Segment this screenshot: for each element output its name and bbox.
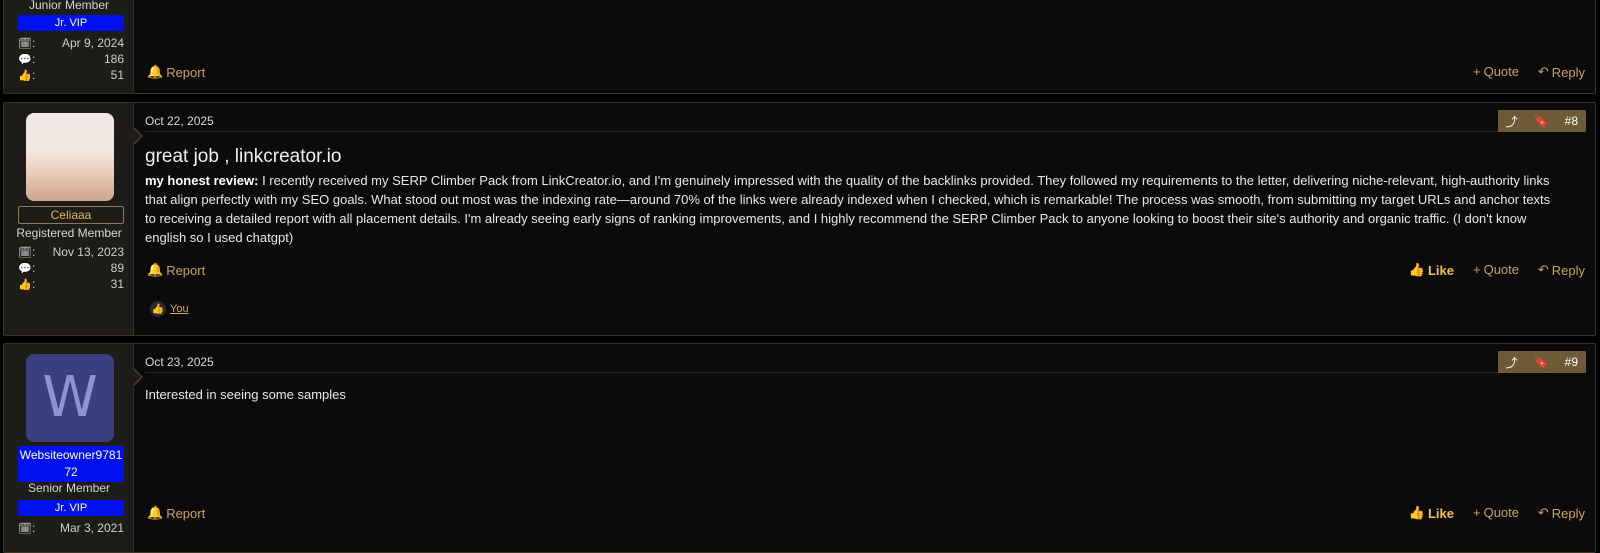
bell-icon: 🔔 — [147, 505, 164, 520]
post-title: great job , linkcreator.io — [145, 146, 342, 167]
user-title: Junior Member — [28, 0, 110, 12]
post-date[interactable]: Oct 23, 2025 — [145, 355, 214, 369]
thumbs-up-icon: 👍 — [18, 69, 32, 82]
joined-stat: 🗓: Mar 3, 2021 — [18, 521, 124, 535]
post-previous: Junior Member Jr. VIP 🗓: Apr 9, 2024 💬: … — [3, 0, 1596, 94]
reaction-user[interactable]: You — [170, 303, 189, 315]
reply-button[interactable]: ↶ Reply — [1538, 505, 1585, 521]
calendar-icon: 🗓 — [18, 522, 32, 535]
post-body: Interested in seeing some samples — [145, 387, 346, 402]
thumbs-up-icon: 👍 — [1408, 262, 1425, 277]
report-link[interactable]: 🔔 Report — [147, 64, 205, 80]
messages-icon: 💬 — [18, 53, 32, 66]
post-actions-bar: ⤴ 🔖 #8 — [1497, 110, 1586, 132]
reply-button[interactable]: ↶ Reply — [1538, 262, 1585, 278]
post-number[interactable]: #8 — [1557, 114, 1586, 128]
username[interactable]: Websiteowner978172 — [18, 446, 124, 482]
like-reaction-icon: 👍 — [150, 301, 166, 317]
username[interactable]: Celiaaa — [18, 206, 124, 224]
share-icon[interactable]: ⤴ — [1498, 113, 1526, 130]
report-link[interactable]: 🔔 Report — [147, 262, 205, 278]
reply-button[interactable]: ↶ Reply — [1538, 64, 1585, 80]
user-info-panel: Junior Member Jr. VIP 🗓: Apr 9, 2024 💬: … — [4, 0, 134, 93]
body-text: I recently received my SERP Climber Pack… — [145, 173, 1551, 245]
post-content: Oct 23, 2025 ⤴ 🔖 #9 Interested in seeing… — [134, 344, 1595, 552]
post-date[interactable]: Oct 22, 2025 — [145, 114, 214, 128]
reply-icon: ↶ — [1537, 64, 1549, 79]
post-9: W Websiteowner978172 Senior Member Jr. V… — [3, 343, 1596, 553]
post-actions-bar: ⤴ 🔖 #9 — [1497, 351, 1586, 373]
bell-icon: 🔔 — [147, 64, 164, 79]
quote-button[interactable]: + Quote — [1473, 262, 1519, 277]
post-content: Oct 22, 2025 ⤴ 🔖 #8 great job , linkcrea… — [134, 103, 1595, 335]
joined-stat: 🗓: Apr 9, 2024 — [18, 36, 124, 50]
plus-icon: + — [1472, 262, 1481, 277]
quote-button[interactable]: + Quote — [1473, 64, 1519, 79]
bell-icon: 🔔 — [147, 262, 164, 277]
thumbs-up-icon: 👍 — [1408, 505, 1425, 520]
plus-icon: + — [1472, 64, 1481, 79]
messages-icon: 💬 — [18, 262, 32, 275]
bookmark-icon[interactable]: 🔖 — [1526, 355, 1557, 369]
reply-icon: ↶ — [1537, 505, 1549, 520]
vip-badge[interactable]: Jr. VIP — [18, 500, 124, 516]
like-button[interactable]: 👍 Like — [1409, 505, 1454, 521]
post-content: 🔔 Report + Quote ↶ Reply — [134, 0, 1595, 93]
body-bold-lead: my honest review: — [145, 173, 259, 188]
bookmark-icon[interactable]: 🔖 — [1526, 114, 1557, 128]
reactions-stat: 👍: 51 — [18, 68, 124, 82]
like-button[interactable]: 👍 Like — [1409, 262, 1454, 278]
vip-badge[interactable]: Jr. VIP — [18, 15, 124, 31]
thumbs-up-icon: 👍 — [18, 278, 32, 291]
avatar[interactable] — [26, 113, 114, 201]
post-number[interactable]: #9 — [1557, 355, 1586, 369]
quote-button[interactable]: + Quote — [1473, 505, 1519, 520]
reactions-summary[interactable]: 👍 You — [150, 301, 189, 317]
reactions-stat: 👍: 31 — [18, 277, 124, 291]
avatar[interactable]: W — [26, 354, 114, 442]
reply-icon: ↶ — [1537, 262, 1549, 277]
post-8: Celiaaa Registered Member 🗓: Nov 13, 202… — [3, 102, 1596, 336]
share-icon[interactable]: ⤴ — [1498, 354, 1526, 371]
post-body: my honest review: I recently received my… — [145, 171, 1555, 247]
user-info-panel: W Websiteowner978172 Senior Member Jr. V… — [4, 344, 143, 552]
joined-stat: 🗓: Nov 13, 2023 — [18, 245, 124, 259]
header-divider — [145, 372, 1583, 373]
user-title: Senior Member — [27, 481, 111, 495]
messages-stat: 💬: 186 — [18, 52, 124, 66]
calendar-icon: 🗓 — [18, 246, 32, 259]
plus-icon: + — [1472, 505, 1481, 520]
messages-stat: 💬: 89 — [18, 261, 124, 275]
report-link[interactable]: 🔔 Report — [147, 505, 205, 521]
user-info-panel: Celiaaa Registered Member 🗓: Nov 13, 202… — [4, 103, 143, 335]
calendar-icon: 🗓 — [18, 37, 32, 50]
header-divider — [145, 131, 1583, 132]
user-title: Registered Member — [16, 226, 122, 240]
